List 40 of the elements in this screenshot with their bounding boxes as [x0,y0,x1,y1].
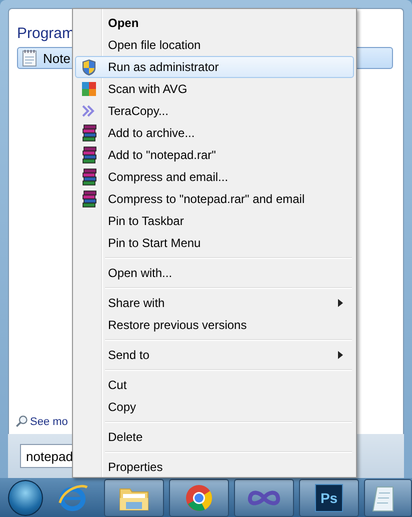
menu-item[interactable]: Add to "notepad.rar" [75,144,354,166]
menu-item[interactable]: Pin to Start Menu [75,232,354,254]
menu-item[interactable]: Open [75,12,354,34]
menu-item[interactable]: Add to archive... [75,122,354,144]
taskbar-button[interactable]: Ps [299,478,359,516]
menu-item[interactable]: Open file location [75,34,354,56]
infinity-icon [247,488,281,508]
menu-item[interactable]: Run as administrator [75,56,354,78]
search-icon [15,415,28,428]
taskbar-button[interactable] [104,478,164,516]
menu-item[interactable]: Properties [75,456,354,478]
menu-item[interactable]: Delete [75,426,354,448]
archive-books-icon [81,168,97,186]
menu-item[interactable]: Cut [75,374,354,396]
menu-item[interactable]: Send to [75,344,354,366]
scan-icon [81,81,97,97]
menu-item[interactable]: Open with... [75,262,354,284]
photoshop-logo: Ps [315,484,343,512]
shield-icon [81,58,97,76]
menu-item[interactable]: Share with [75,292,354,314]
see-more-link[interactable]: See mo [30,416,68,428]
archive-books-icon [81,124,97,142]
menu-item[interactable]: Scan with AVG [75,78,354,100]
taskbar-button[interactable] [364,478,412,516]
chrome-icon [184,482,214,512]
submenu-arrow-icon [338,351,343,359]
submenu-arrow-icon [338,299,343,307]
menu-item[interactable]: Compress to "notepad.rar" and email [75,188,354,210]
archive-books-icon [81,146,97,164]
menu-item[interactable]: Compress and email... [75,166,354,188]
menu-item[interactable]: Copy [75,396,354,418]
menu-item[interactable]: Pin to Taskbar [75,210,354,232]
notepad-icon [22,49,38,67]
archive-books-icon [81,190,97,208]
taskbar-button[interactable] [234,478,294,516]
taskbar-button[interactable] [169,478,229,516]
menu-item[interactable]: Restore previous versions [75,314,354,336]
start-button[interactable] [8,480,44,516]
double-chevron-icon [81,105,97,117]
menu-item[interactable]: TeraCopy... [75,100,354,122]
